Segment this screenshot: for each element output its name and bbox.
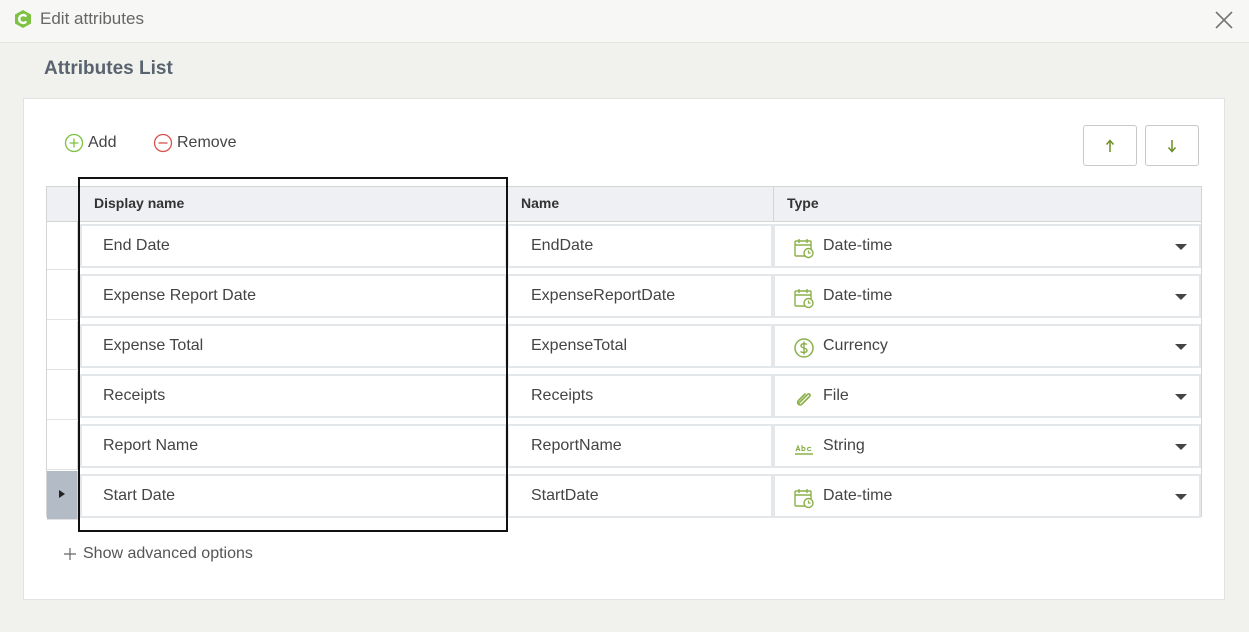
type-dropdown[interactable]: Currency <box>773 324 1201 368</box>
move-down-button[interactable] <box>1145 125 1199 166</box>
row-header[interactable] <box>47 221 78 270</box>
abc-string-icon <box>795 444 813 455</box>
header-separator <box>773 187 774 221</box>
type-dropdown[interactable]: Date-time <box>773 274 1201 318</box>
display-name-cell[interactable]: Expense Total <box>80 324 507 368</box>
row-header[interactable] <box>47 271 78 320</box>
type-dropdown[interactable]: Date-time <box>773 224 1201 268</box>
name-cell[interactable]: ReportName <box>507 424 773 468</box>
add-label: Add <box>88 134 117 151</box>
table-row[interactable]: Receipts Receipts File <box>47 371 1201 420</box>
display-name-cell[interactable]: Receipts <box>80 374 507 418</box>
name-cell[interactable]: Receipts <box>507 374 773 418</box>
advanced-label: Show advanced options <box>83 545 253 562</box>
column-header-name[interactable]: Name <box>521 187 559 221</box>
dropdown-arrow-icon[interactable] <box>1175 294 1187 300</box>
section-title: Attributes List <box>44 58 173 79</box>
dropdown-arrow-icon[interactable] <box>1175 344 1187 350</box>
type-label: File <box>823 387 849 404</box>
column-header-type[interactable]: Type <box>787 187 819 221</box>
calendar-clock-icon <box>794 489 814 509</box>
header-separator <box>507 187 508 221</box>
row-header[interactable] <box>47 421 78 470</box>
display-name-cell[interactable]: Report Name <box>80 424 507 468</box>
calendar-clock-icon <box>794 239 814 259</box>
row-header[interactable] <box>47 371 78 420</box>
arrow-up-icon <box>1105 138 1115 152</box>
dropdown-arrow-icon[interactable] <box>1175 444 1187 450</box>
row-header[interactable] <box>47 321 78 370</box>
attributes-grid: Display name Name Type End Date EndDate … <box>46 186 1202 520</box>
grid-header: Display name Name Type <box>47 187 1201 222</box>
show-advanced-options-link[interactable]: Show advanced options <box>63 545 253 563</box>
display-name-cell[interactable]: Expense Report Date <box>80 274 507 318</box>
calendar-clock-icon <box>794 289 814 309</box>
window-title: Edit attributes <box>40 9 144 28</box>
close-icon[interactable] <box>1213 9 1235 31</box>
table-row[interactable]: Start Date StartDate Date-time <box>47 471 1201 520</box>
column-header-display-name[interactable]: Display name <box>94 187 184 221</box>
move-up-button[interactable] <box>1083 125 1137 166</box>
remove-label: Remove <box>177 134 237 151</box>
app-logo-icon <box>15 10 31 28</box>
type-label: Date-time <box>823 487 893 504</box>
row-header-current[interactable] <box>47 471 78 520</box>
paperclip-icon <box>796 393 811 406</box>
minus-circle-icon <box>153 133 173 153</box>
type-dropdown[interactable]: File <box>773 374 1201 418</box>
dropdown-arrow-icon[interactable] <box>1175 394 1187 400</box>
arrow-down-icon <box>1167 139 1177 153</box>
table-row[interactable]: Report Name ReportName String <box>47 421 1201 470</box>
dropdown-arrow-icon[interactable] <box>1175 244 1187 250</box>
name-cell[interactable]: EndDate <box>507 224 773 268</box>
type-dropdown[interactable]: String <box>773 424 1201 468</box>
plus-circle-icon <box>64 133 84 153</box>
header-separator <box>78 187 79 221</box>
currency-icon <box>794 338 814 358</box>
table-row[interactable]: Expense Total ExpenseTotal Currency <box>47 321 1201 370</box>
type-label: Date-time <box>823 237 893 254</box>
title-bar: Edit attributes <box>0 0 1249 43</box>
type-dropdown[interactable]: Date-time <box>773 474 1201 518</box>
type-label: String <box>823 437 865 454</box>
name-cell[interactable]: ExpenseTotal <box>507 324 773 368</box>
remove-button[interactable]: Remove <box>153 133 237 153</box>
plus-icon <box>64 548 76 560</box>
name-cell[interactable]: StartDate <box>507 474 773 518</box>
current-row-pointer-icon <box>59 490 65 498</box>
display-name-cell[interactable]: End Date <box>80 224 507 268</box>
table-row[interactable]: Expense Report Date ExpenseReportDate Da… <box>47 271 1201 320</box>
table-row[interactable]: End Date EndDate Date-time <box>47 221 1201 270</box>
type-label: Date-time <box>823 287 893 304</box>
add-button[interactable]: Add <box>64 133 116 153</box>
dropdown-arrow-icon[interactable] <box>1175 494 1187 500</box>
name-cell[interactable]: ExpenseReportDate <box>507 274 773 318</box>
display-name-cell[interactable]: Start Date <box>80 474 507 518</box>
type-label: Currency <box>823 337 888 354</box>
